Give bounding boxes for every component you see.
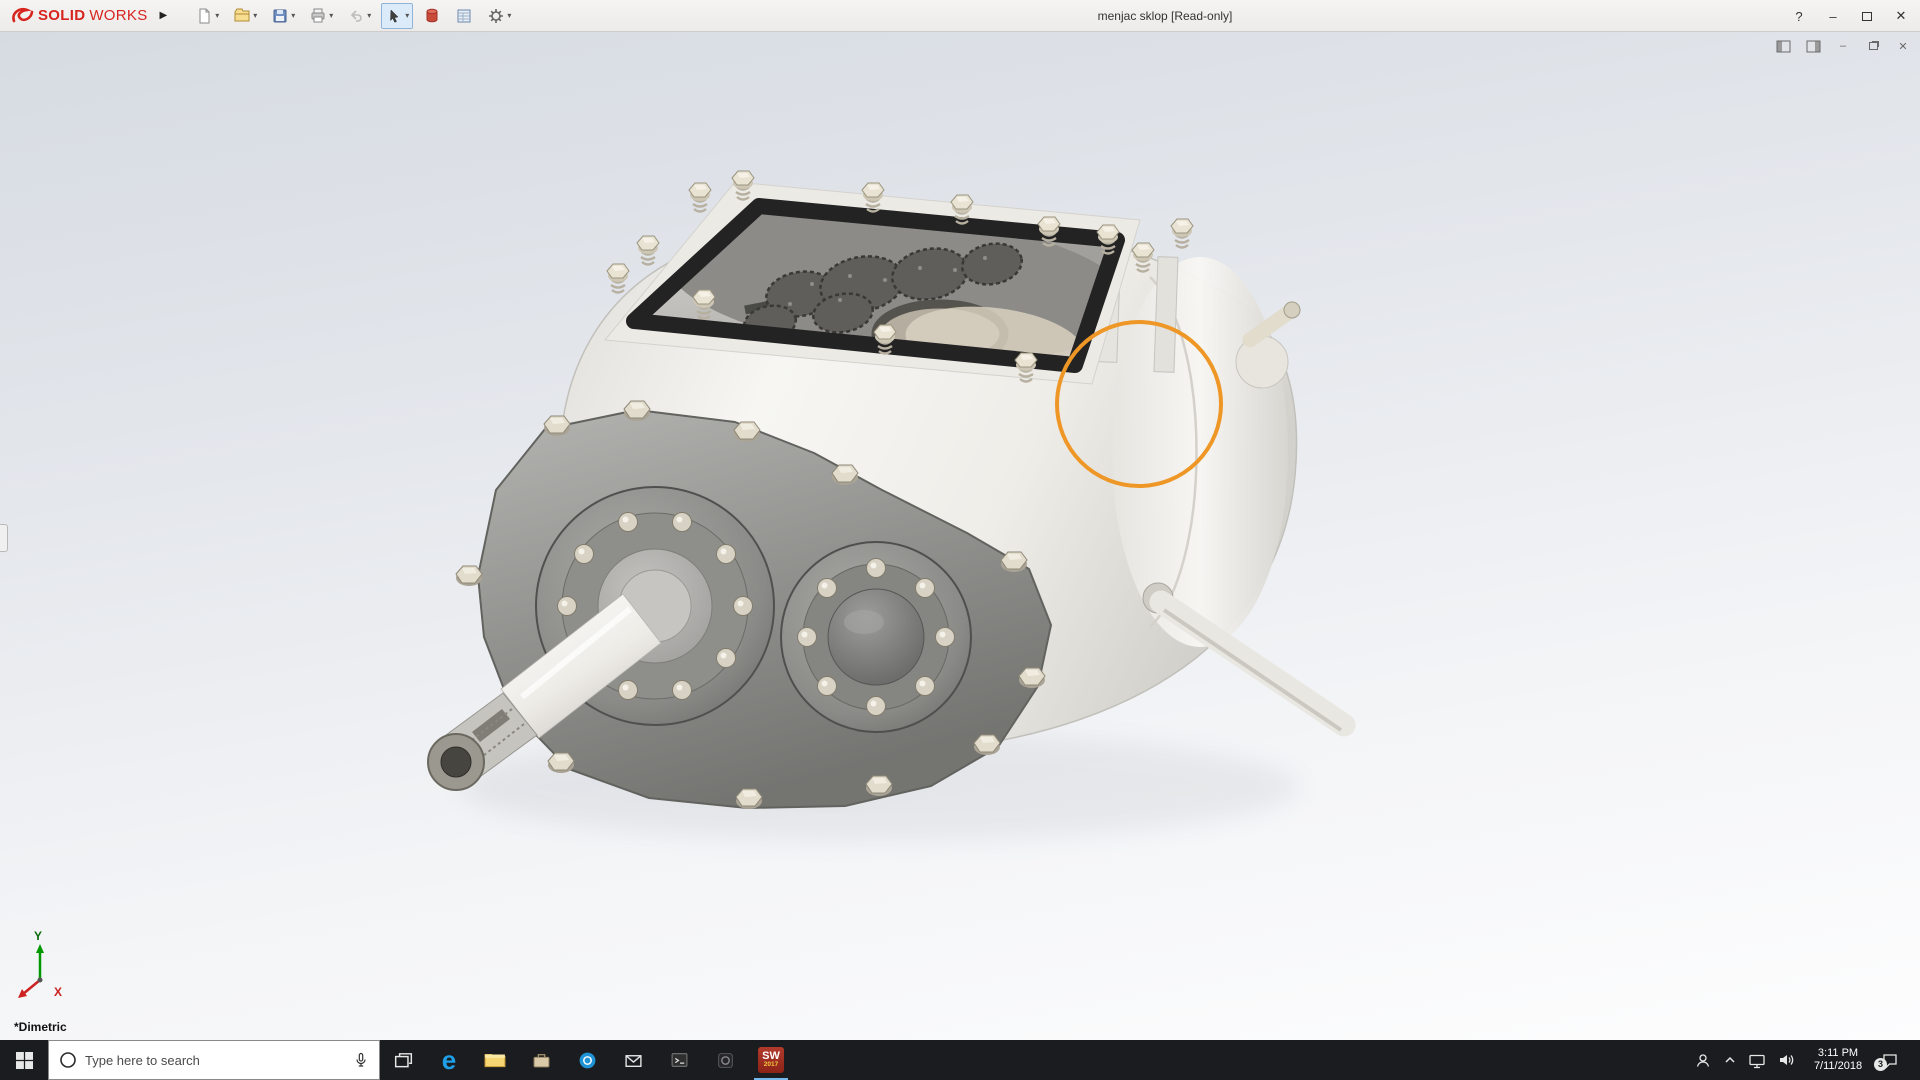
taskbar-clock[interactable]: 3:11 PM 7/11/2018 (1806, 1047, 1870, 1073)
dropdown-caret[interactable]: ▾ (253, 11, 257, 20)
windows-taskbar: Type here to search e SW 2017 3:11 PM 7/… (0, 1040, 1920, 1080)
taskbar-app-command-prompt[interactable] (656, 1040, 702, 1080)
taskbar-app-dark[interactable] (702, 1040, 748, 1080)
taskbar-search-box[interactable]: Type here to search (48, 1040, 380, 1080)
output-bearing-cover[interactable] (780, 541, 972, 733)
dropdown-caret[interactable]: ▾ (405, 11, 409, 20)
dropdown-caret[interactable]: ▾ (507, 11, 511, 20)
pane-left-button[interactable] (1774, 38, 1792, 54)
new-document-icon (199, 8, 210, 23)
menu-expander-arrow[interactable]: ▶ (160, 10, 168, 21)
speaker-icon (1780, 1055, 1794, 1065)
minimize-button[interactable]: – (1816, 0, 1850, 32)
cortana-icon (60, 1052, 76, 1068)
dark-app-icon (717, 1052, 733, 1068)
solidworks-logo: SOLID WORKS (0, 6, 156, 26)
window-title: menjac sklop [Read-only] (1097, 8, 1233, 23)
gearbox-model[interactable] (427, 169, 1356, 810)
select-cursor-icon (390, 8, 399, 23)
microphone-icon[interactable] (353, 1052, 369, 1068)
undo-icon (351, 9, 363, 22)
evaluate-button[interactable] (451, 3, 477, 29)
report-table-icon (457, 9, 471, 22)
orientation-triad: Y X (18, 929, 62, 999)
mail-envelope-icon (624, 1054, 642, 1067)
close-button[interactable]: ✕ (1884, 0, 1918, 32)
action-center-button[interactable]: 3 (1874, 1052, 1899, 1071)
taskbar-app-skype[interactable] (564, 1040, 610, 1080)
undo-button[interactable]: ▾ (343, 3, 375, 29)
gear-icon (489, 8, 504, 23)
windows-logo-icon (15, 1051, 33, 1069)
edge-icon: e (441, 1045, 457, 1075)
task-view-button[interactable] (380, 1040, 426, 1080)
brand-text-light: WORKS (89, 7, 148, 24)
volume-button[interactable] (1777, 1052, 1795, 1068)
graphics-viewport[interactable]: – ✕ Y X *Dimetric (0, 32, 1920, 1040)
start-button[interactable] (0, 1040, 48, 1080)
model-canvas[interactable]: Y X (0, 32, 1920, 1040)
save-icon (273, 9, 287, 22)
window-controls: ? – ✕ (1782, 0, 1918, 32)
quick-toolbar: ▾ ▾ ▾ ▾ ▾ ▾ ▾ (191, 2, 515, 29)
network-icon (1749, 1054, 1765, 1068)
view-orientation-label: *Dimetric (14, 1020, 67, 1034)
hidden-icons-button[interactable] (1723, 1054, 1737, 1066)
taskbar-app-file-explorer[interactable] (472, 1040, 518, 1080)
options-button[interactable]: ▾ (483, 3, 515, 29)
terminal-icon (671, 1053, 687, 1067)
maximize-button[interactable] (1850, 0, 1884, 32)
clock-time: 3:11 PM (1817, 1047, 1859, 1059)
open-folder-icon (234, 8, 250, 21)
dropdown-caret[interactable]: ▾ (329, 11, 333, 20)
maximize-icon (1862, 11, 1872, 21)
people-button[interactable] (1694, 1052, 1712, 1069)
system-tray: 3:11 PM 7/11/2018 3 (1694, 1040, 1920, 1080)
taskbar-app-store[interactable] (518, 1040, 564, 1080)
appearance-cylinder-icon (426, 8, 438, 22)
chevron-up-icon (1725, 1056, 1735, 1063)
document-window-controls: – ✕ (1774, 38, 1912, 54)
notification-badge: 3 (1874, 1057, 1887, 1071)
search-placeholder-text: Type here to search (85, 1052, 200, 1068)
right-end-cylinder[interactable] (1112, 257, 1288, 647)
doc-restore-button[interactable] (1864, 38, 1882, 54)
print-icon (311, 8, 325, 22)
new-document-button[interactable]: ▾ (191, 3, 223, 29)
triad-x-label: X (54, 985, 62, 999)
taskbar-app-mail[interactable] (610, 1040, 656, 1080)
taskbar-app-solidworks[interactable]: SW 2017 (748, 1040, 794, 1080)
restore-icon (1868, 42, 1878, 50)
people-icon (1696, 1053, 1710, 1067)
brand-text-bold: SOLID (38, 7, 86, 24)
file-explorer-icon (484, 1053, 506, 1068)
solidworks-2017-icon: SW 2017 (758, 1047, 784, 1073)
store-bag-icon (533, 1054, 549, 1068)
network-button[interactable] (1748, 1052, 1766, 1069)
bolt-boss-pillar (1153, 256, 1179, 373)
print-button[interactable]: ▾ (305, 3, 337, 29)
triad-y-label: Y (34, 929, 42, 943)
open-button[interactable]: ▾ (229, 3, 261, 29)
ds-swirl-icon (12, 7, 34, 22)
appearances-button[interactable] (419, 3, 445, 29)
clock-date: 7/11/2018 (1813, 1060, 1863, 1072)
sw-icon-year: 2017 (763, 1061, 779, 1069)
skype-icon (579, 1052, 595, 1068)
save-button[interactable]: ▾ (267, 3, 299, 29)
dropdown-caret[interactable]: ▾ (291, 11, 295, 20)
doc-minimize-button[interactable]: – (1834, 38, 1852, 54)
doc-close-button[interactable]: ✕ (1894, 38, 1912, 54)
task-view-icon (394, 1052, 412, 1067)
titlebar: SOLID WORKS ▶ ▾ ▾ ▾ ▾ ▾ ▾ ▾ menjac sklop… (0, 0, 1920, 32)
select-tool-button[interactable]: ▾ (381, 2, 414, 29)
taskbar-app-edge[interactable]: e (426, 1040, 472, 1080)
dropdown-caret[interactable]: ▾ (367, 11, 371, 20)
help-button[interactable]: ? (1782, 0, 1816, 32)
dropdown-caret[interactable]: ▾ (215, 11, 219, 20)
pane-right-button[interactable] (1804, 38, 1822, 54)
